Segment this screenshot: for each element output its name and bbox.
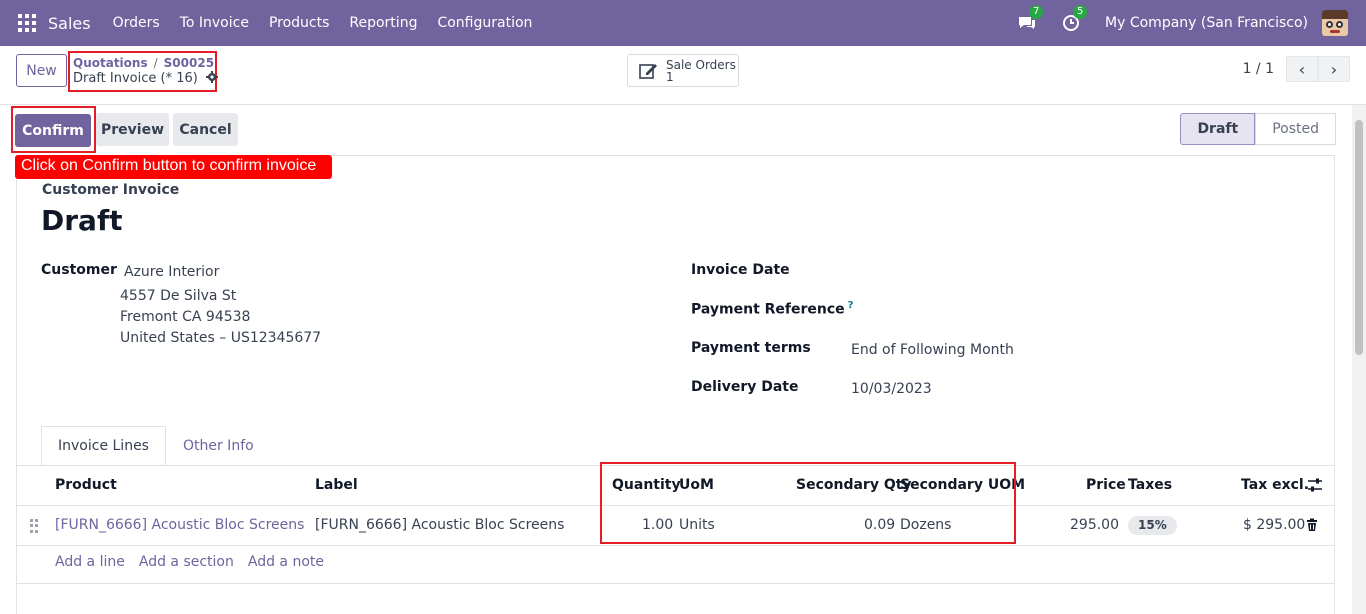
row-tax-badge[interactable]: 15% xyxy=(1128,516,1177,535)
column-product[interactable]: Product xyxy=(55,466,117,504)
activities-count-badge: 5 xyxy=(1073,5,1088,19)
gear-icon[interactable] xyxy=(205,71,218,83)
stage-posted[interactable]: Posted xyxy=(1255,113,1336,145)
status-bar: Confirm Preview Cancel Draft Posted xyxy=(0,105,1352,155)
row-price[interactable]: 295.00 xyxy=(1070,506,1119,544)
menu-item-to-invoice[interactable]: To Invoice xyxy=(180,15,249,31)
document-type: Customer Invoice xyxy=(42,182,180,198)
navbar-systray: 7 5 My Company (San Francisco) xyxy=(1017,0,1348,46)
column-taxes[interactable]: Taxes xyxy=(1128,466,1172,504)
quantity-columns-highlight-box xyxy=(600,462,1016,544)
row-tax-excl: $ 295.00 xyxy=(1243,517,1306,533)
messages-count-badge: 7 xyxy=(1029,5,1044,19)
customer-address-line2: Fremont CA 94538 xyxy=(120,309,251,325)
instruction-tooltip: Click on Confirm button to confirm invoi… xyxy=(15,155,332,179)
drag-handle-icon[interactable] xyxy=(30,519,38,533)
main-menu: Orders To Invoice Products Reporting Con… xyxy=(113,15,553,31)
chat-bubble-icon[interactable]: 7 xyxy=(1017,5,1044,33)
confirm-highlight-box: Confirm xyxy=(11,106,96,153)
divider xyxy=(17,583,1334,584)
payment-terms-field[interactable]: End of Following Month xyxy=(851,342,1014,358)
invoice-date-field[interactable] xyxy=(851,262,1151,282)
clock-icon[interactable]: 5 xyxy=(1061,5,1088,33)
add-note-link[interactable]: Add a note xyxy=(248,554,324,570)
invoice-form-sheet: Customer Invoice Draft Customer Azure In… xyxy=(16,155,1335,614)
pager: 1 / 1 ‹ › xyxy=(1243,56,1350,82)
chevron-left-icon[interactable]: ‹ xyxy=(1286,56,1318,82)
smart-button-label: Sale Orders xyxy=(666,57,736,72)
smart-button-count: 1 xyxy=(666,69,674,84)
row-label[interactable]: [FURN_6666] Acoustic Bloc Screens xyxy=(315,506,564,544)
delivery-date-field[interactable]: 10/03/2023 xyxy=(851,381,932,397)
avatar[interactable] xyxy=(1322,10,1348,36)
row-product[interactable]: [FURN_6666] Acoustic Bloc Screens xyxy=(55,506,304,544)
breadcrumb-separator: / xyxy=(153,56,158,70)
menu-item-reporting[interactable]: Reporting xyxy=(349,15,417,31)
payment-reference-label: Payment Reference? xyxy=(691,300,854,318)
customer-address-line1: 4557 De Silva St xyxy=(120,288,237,304)
page-title: Draft xyxy=(41,204,123,237)
preview-button[interactable]: Preview xyxy=(96,113,169,146)
add-section-link[interactable]: Add a section xyxy=(139,554,234,570)
sliders-icon[interactable] xyxy=(1307,477,1323,497)
customer-name[interactable]: Azure Interior xyxy=(124,264,219,280)
add-line-link[interactable]: Add a line xyxy=(55,554,125,570)
column-tax-excl[interactable]: Tax excl. xyxy=(1241,466,1309,504)
breadcrumb: Quotations / S00025 Draft Invoice (* 16) xyxy=(68,51,218,92)
menu-item-products[interactable]: Products xyxy=(269,15,329,31)
sale-orders-smart-button[interactable]: Sale Orders 1 xyxy=(627,54,739,87)
payment-reference-field[interactable] xyxy=(851,301,1151,321)
record-name: Draft Invoice (* 16) xyxy=(73,71,198,86)
add-line-links: Add a line Add a section Add a note xyxy=(55,554,338,570)
stage-draft[interactable]: Draft xyxy=(1180,113,1256,145)
chevron-right-icon[interactable]: › xyxy=(1318,56,1350,82)
confirm-button[interactable]: Confirm xyxy=(15,114,91,147)
column-price[interactable]: Price xyxy=(1086,466,1126,504)
new-button[interactable]: New xyxy=(16,54,67,87)
trash-icon[interactable] xyxy=(1305,518,1319,536)
payment-terms-label: Payment terms xyxy=(691,340,811,356)
apps-grid-icon[interactable] xyxy=(18,14,36,32)
company-switcher[interactable]: My Company (San Francisco) xyxy=(1105,15,1308,31)
page-scrollbar[interactable] xyxy=(1352,105,1366,614)
invoice-date-label: Invoice Date xyxy=(691,262,790,278)
customer-label: Customer xyxy=(41,262,117,278)
tab-other-info[interactable]: Other Info xyxy=(166,426,271,466)
breadcrumb-order-link[interactable]: S00025 xyxy=(164,56,214,70)
pager-value[interactable]: 1 / 1 xyxy=(1243,61,1274,77)
customer-address-line3: United States – US12345677 xyxy=(120,330,322,346)
app-name[interactable]: Sales xyxy=(48,14,91,33)
tab-invoice-lines[interactable]: Invoice Lines xyxy=(41,426,166,466)
breadcrumb-quotations-link[interactable]: Quotations xyxy=(73,56,148,70)
cancel-button[interactable]: Cancel xyxy=(173,113,238,146)
pencil-square-icon xyxy=(639,63,657,79)
notebook-tabs: Invoice Lines Other Info xyxy=(41,426,271,466)
column-label[interactable]: Label xyxy=(315,466,358,504)
status-stages: Draft Posted xyxy=(1180,113,1336,145)
scrollbar-thumb[interactable] xyxy=(1355,120,1363,355)
delivery-date-label: Delivery Date xyxy=(691,379,799,395)
menu-item-configuration[interactable]: Configuration xyxy=(437,15,532,31)
control-panel: New Quotations / S00025 Draft Invoice (* 1… xyxy=(0,46,1366,105)
menu-item-orders[interactable]: Orders xyxy=(113,15,160,31)
top-navbar: Sales Orders To Invoice Products Reporti… xyxy=(0,0,1366,46)
